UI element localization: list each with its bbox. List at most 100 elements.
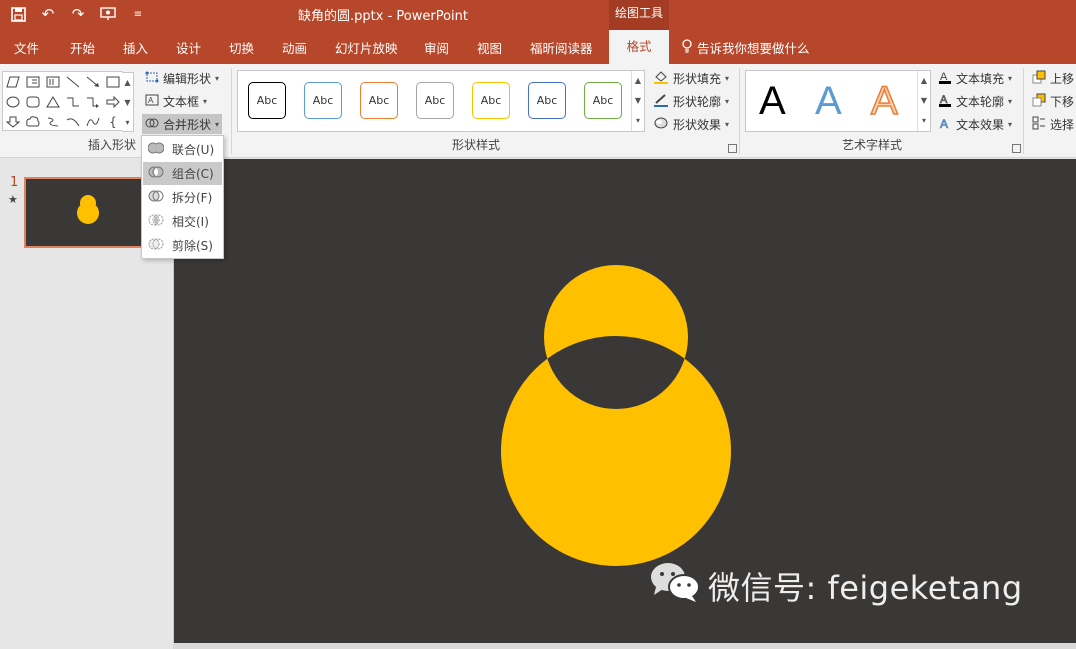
horizontal-scrollbar[interactable]	[173, 643, 1076, 649]
wave-shape-icon[interactable]	[83, 112, 103, 132]
parallelogram-shape-icon[interactable]	[3, 72, 23, 92]
oval-shape-icon[interactable]	[3, 92, 23, 112]
elbow-connector-shape-icon[interactable]	[63, 92, 83, 112]
tab-view[interactable]: 视图	[477, 38, 502, 57]
arrow-line-shape-icon[interactable]	[83, 72, 103, 92]
shape-styles-launcher-icon[interactable]	[728, 144, 737, 153]
bring-forward-button[interactable]: 上移	[1029, 68, 1076, 88]
paint-bucket-icon	[653, 70, 669, 87]
chevron-down-icon: ▾	[725, 119, 730, 129]
selection-pane-button[interactable]: 选择	[1029, 114, 1076, 134]
menu-item-union[interactable]: 联合(U)	[143, 138, 222, 161]
tab-format[interactable]: 格式	[609, 30, 669, 64]
slide-thumbnail[interactable]	[24, 177, 148, 248]
lightbulb-icon	[682, 39, 692, 56]
shape-style-sample[interactable]: Abc	[416, 82, 454, 119]
slide-canvas[interactable]: 微信号: feigeketang	[173, 159, 1076, 649]
shape-styles-gallery[interactable]: Abc Abc Abc Abc Abc Abc Abc ▲ ▼ ▾	[237, 70, 645, 132]
shape-styles-group-label: 形状样式	[452, 138, 501, 152]
rounded-rect-shape-icon[interactable]	[23, 92, 43, 112]
line-shape-icon[interactable]	[63, 72, 83, 92]
menu-item-intersect[interactable]: 相交(I)	[143, 210, 222, 233]
wordart-styles-gallery[interactable]: A A A ▲ ▼ ▾	[745, 70, 931, 132]
menu-item-label: 联合(U)	[172, 143, 215, 157]
arc-shape-icon[interactable]	[63, 112, 83, 132]
curve-shape-icon[interactable]	[43, 112, 63, 132]
shape-style-sample[interactable]: Abc	[248, 82, 286, 119]
text-outline-button[interactable]: A 文本轮廓 ▾	[935, 91, 1015, 111]
shape-style-sample[interactable]: Abc	[472, 82, 510, 119]
bring-forward-icon	[1032, 70, 1046, 87]
menu-item-label: 拆分(F)	[172, 191, 213, 205]
combine-icon	[148, 165, 164, 182]
shape-outline-button[interactable]: 形状轮廓 ▾	[650, 91, 732, 111]
shape-style-sample[interactable]: Abc	[528, 82, 566, 119]
shape-effects-icon	[653, 116, 669, 133]
rectangle-shape-icon[interactable]	[103, 72, 123, 92]
chevron-down-icon: ▾	[1008, 73, 1013, 83]
menu-item-fragment[interactable]: 拆分(F)	[143, 186, 222, 209]
shape-fill-button[interactable]: 形状填充 ▾	[650, 68, 732, 88]
chevron-down-icon: ▾	[1008, 96, 1013, 106]
send-backward-button[interactable]: 下移	[1029, 91, 1076, 111]
animation-star-icon: ★	[8, 193, 18, 206]
pen-icon	[653, 93, 669, 110]
combined-circle-shape[interactable]	[501, 265, 731, 566]
slide-thumbnail-preview	[77, 195, 99, 224]
text-fill-label: 文本填充	[956, 71, 1005, 86]
shapes-gallery[interactable]: { ▲ ▼ ▾	[2, 71, 134, 132]
text-box-label: 文本框	[163, 94, 200, 109]
tab-animations[interactable]: 动画	[282, 38, 307, 57]
tab-file[interactable]: 文件	[14, 38, 39, 57]
shape-effects-button[interactable]: 形状效果 ▾	[650, 114, 732, 134]
shapes-gallery-scroll[interactable]: ▲ ▼ ▾	[122, 72, 134, 132]
merge-shapes-button[interactable]: 合并形状 ▾	[142, 114, 223, 134]
wordart-sample-orange[interactable]: A	[870, 78, 898, 124]
ribbon-tabs: 文件 开始 插入 设计 切换 动画 幻灯片放映 审阅 视图 福昕阅读器 格式 告…	[0, 30, 1076, 64]
wordart-sample-blue[interactable]: A	[815, 79, 842, 123]
elbow-arrow-shape-icon[interactable]	[83, 92, 103, 112]
wordart-styles-scroll[interactable]: ▲ ▼ ▾	[917, 71, 930, 131]
wordart-styles-group-label: 艺术字样式	[842, 138, 903, 152]
chevron-down-icon: ▾	[215, 73, 220, 83]
shape-style-sample[interactable]: Abc	[584, 82, 622, 119]
chevron-down-icon: ▾	[203, 96, 208, 106]
tab-home[interactable]: 开始	[70, 38, 95, 57]
tell-me-box[interactable]: 告诉我你想要做什么	[682, 38, 810, 57]
brace-shape-icon[interactable]: {	[103, 112, 123, 132]
edit-shape-button[interactable]: 编辑形状 ▾	[142, 68, 222, 88]
text-outline-icon: A	[938, 93, 952, 110]
tab-transitions[interactable]: 切换	[229, 38, 254, 57]
text-fill-button[interactable]: A 文本填充 ▾	[935, 68, 1015, 88]
text-fill-icon: A	[938, 70, 952, 87]
wordart-launcher-icon[interactable]	[1012, 144, 1021, 153]
down-arrow-shape-icon[interactable]	[3, 112, 23, 132]
merge-shapes-icon	[145, 117, 159, 132]
merge-shapes-menu: 联合(U) 组合(C) 拆分(F) 相交(I) 剪除(S)	[141, 135, 224, 259]
tab-review[interactable]: 审阅	[424, 38, 449, 57]
vertical-textbox-shape-icon[interactable]	[43, 72, 63, 92]
tab-insert[interactable]: 插入	[123, 38, 148, 57]
menu-item-combine[interactable]: 组合(C)	[143, 162, 222, 185]
large-circle-part[interactable]	[501, 336, 731, 566]
textbox-shape-icon[interactable]	[23, 72, 43, 92]
chevron-down-icon: ▾	[215, 119, 220, 129]
shape-style-sample[interactable]: Abc	[304, 82, 342, 119]
wordart-sample-black[interactable]: A	[759, 79, 786, 123]
shape-fill-label: 形状填充	[673, 71, 722, 86]
text-box-button[interactable]: A 文本框 ▾	[142, 91, 210, 111]
text-effects-button[interactable]: A 文本效果 ▾	[935, 114, 1015, 134]
shape-style-sample[interactable]: Abc	[360, 82, 398, 119]
right-arrow-shape-icon[interactable]	[103, 92, 123, 112]
text-outline-label: 文本轮廓	[956, 94, 1005, 109]
triangle-shape-icon[interactable]	[43, 92, 63, 112]
tab-design[interactable]: 设计	[176, 38, 201, 57]
text-effects-icon: A	[938, 116, 952, 133]
tab-slideshow[interactable]: 幻灯片放映	[335, 38, 398, 57]
shape-effects-label: 形状效果	[673, 117, 722, 132]
shape-styles-scroll[interactable]: ▲ ▼ ▾	[631, 71, 644, 131]
menu-item-subtract[interactable]: 剪除(S)	[143, 234, 222, 257]
selection-pane-icon	[1032, 116, 1046, 133]
tab-foxit-reader[interactable]: 福昕阅读器	[530, 38, 593, 57]
cloud-shape-icon[interactable]	[23, 112, 43, 132]
